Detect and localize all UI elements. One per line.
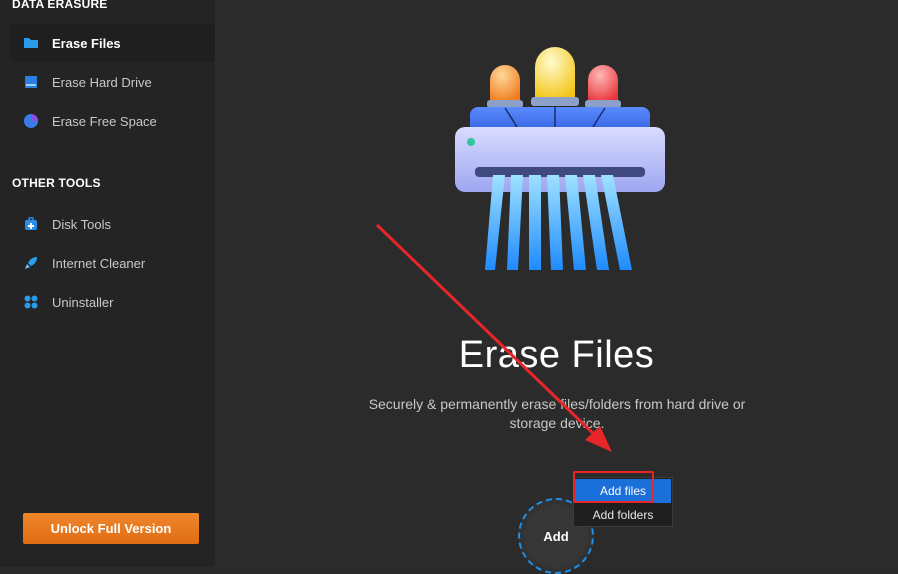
toolbox-icon: [23, 216, 39, 232]
sidebar-item-label: Erase Free Space: [52, 113, 157, 129]
sidebar-item-internet-cleaner[interactable]: Internet Cleaner: [10, 244, 215, 282]
sidebar-item-erase-hard-drive[interactable]: Erase Hard Drive: [10, 63, 215, 101]
sidebar-item-erase-free-space[interactable]: Erase Free Space: [10, 102, 215, 140]
section-title-data-erasure: DATA ERASURE: [12, 0, 108, 11]
apps-grid-icon: [23, 294, 39, 310]
page-title: Erase Files: [458, 334, 655, 376]
section-title-other-tools: OTHER TOOLS: [12, 176, 101, 190]
sidebar-item-label: Erase Hard Drive: [52, 74, 152, 90]
unlock-full-version-button[interactable]: Unlock Full Version: [23, 513, 199, 544]
sidebar-item-uninstaller[interactable]: Uninstaller: [10, 283, 215, 321]
sidebar-item-label: Internet Cleaner: [52, 255, 146, 271]
shredder-illustration: [455, 45, 665, 275]
sidebar-item-erase-files[interactable]: Erase Files: [10, 24, 215, 62]
main-panel: Erase Files Securely & permanently erase…: [215, 0, 898, 574]
annotation-highlight-box: [573, 471, 654, 503]
sidebar: DATA ERASURE Erase Files Erase Hard Driv…: [0, 0, 215, 567]
pie-chart-icon: [23, 113, 39, 129]
sidebar-item-label: Erase Files: [52, 35, 121, 51]
menu-item-add-folders[interactable]: Add folders: [575, 503, 671, 527]
rocket-icon: [23, 255, 39, 271]
folder-icon: [23, 35, 39, 51]
sidebar-item-disk-tools[interactable]: Disk Tools: [10, 205, 215, 243]
hard-drive-icon: [23, 74, 39, 90]
sidebar-item-label: Uninstaller: [52, 294, 114, 310]
page-subtitle: Securely & permanently erase files/folde…: [368, 396, 746, 431]
sidebar-item-label: Disk Tools: [52, 216, 112, 232]
